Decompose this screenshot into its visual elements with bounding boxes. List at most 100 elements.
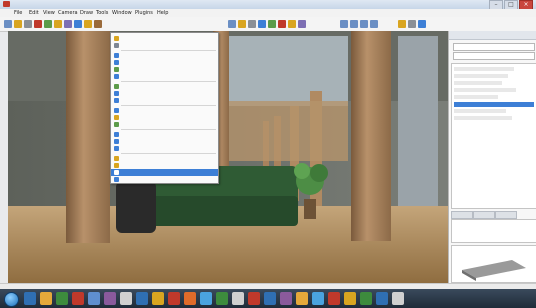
taskbar-app-icon[interactable]: [88, 292, 100, 305]
taskbar-app-icon[interactable]: [344, 292, 356, 305]
taskbar-app-icon[interactable]: [184, 292, 196, 305]
dropdown-item[interactable]: [111, 52, 218, 59]
taskbar-app-icon[interactable]: [104, 292, 116, 305]
look-around-icon[interactable]: [278, 20, 286, 28]
dropdown-item[interactable]: [111, 35, 218, 42]
dropdown-item[interactable]: [111, 97, 218, 104]
taskbar-app-icon[interactable]: [216, 292, 228, 305]
menu-camera[interactable]: Camera: [58, 10, 78, 16]
orbit-tool-icon[interactable]: [228, 20, 236, 28]
zoom-extents-icon[interactable]: [258, 20, 266, 28]
taskbar-app-icon[interactable]: [312, 292, 324, 305]
taskbar-app-icon[interactable]: [328, 292, 340, 305]
layers-icon[interactable]: [408, 20, 416, 28]
start-button[interactable]: [4, 292, 19, 307]
dropdown-item[interactable]: [111, 73, 218, 80]
dropdown-item[interactable]: [111, 162, 218, 169]
section-plane-icon[interactable]: [298, 20, 306, 28]
dropdown-item[interactable]: [111, 131, 218, 138]
panel-tab[interactable]: [473, 211, 495, 219]
green-icon: [114, 84, 119, 89]
taskbar-app-icon[interactable]: [392, 292, 404, 305]
pencil-tool-icon[interactable]: [14, 20, 22, 28]
list-item[interactable]: [454, 116, 512, 120]
taskbar-app-icon[interactable]: [56, 292, 68, 305]
taskbar-app-icon[interactable]: [280, 292, 292, 305]
top-view-icon[interactable]: [340, 20, 348, 28]
styles-icon[interactable]: [398, 20, 406, 28]
menu-window[interactable]: Window: [112, 10, 132, 16]
taskbar-app-icon[interactable]: [232, 292, 244, 305]
position-camera-icon[interactable]: [288, 20, 296, 28]
taskbar-app-icon[interactable]: [264, 292, 276, 305]
select-tool-icon[interactable]: [4, 20, 12, 28]
menu-tools[interactable]: Tools: [96, 10, 108, 16]
front-column-right: [351, 31, 391, 241]
dropdown-item[interactable]: [111, 59, 218, 66]
dropdown-item[interactable]: [111, 121, 218, 128]
dropdown-item[interactable]: [111, 90, 218, 97]
walk-tool-icon[interactable]: [268, 20, 276, 28]
rectangle-tool-icon[interactable]: [64, 20, 72, 28]
dropdown-item[interactable]: [111, 138, 218, 145]
iso-view-icon[interactable]: [370, 20, 378, 28]
taskbar-app-icon[interactable]: [40, 292, 52, 305]
panel-properties[interactable]: [451, 219, 536, 243]
dropdown-item[interactable]: [111, 42, 218, 49]
list-item[interactable]: [454, 109, 506, 113]
components-icon[interactable]: [418, 20, 426, 28]
zoom-tool-icon[interactable]: [248, 20, 256, 28]
panel-header: [449, 31, 536, 40]
menu-help[interactable]: Help: [157, 10, 168, 16]
dropdown-item[interactable]: [111, 83, 218, 90]
menu-draw[interactable]: Draw: [80, 10, 93, 16]
pan-tool-icon[interactable]: [238, 20, 246, 28]
taskbar-app-icon[interactable]: [360, 292, 372, 305]
panel-tab[interactable]: [495, 211, 517, 219]
panel-search-field[interactable]: [453, 52, 535, 60]
taskbar-app-icon[interactable]: [296, 292, 308, 305]
model-viewport[interactable]: [8, 31, 448, 283]
taskbar-app-icon[interactable]: [24, 292, 36, 305]
list-item[interactable]: [454, 67, 514, 71]
taskbar-app-icon[interactable]: [376, 292, 388, 305]
dropdown-item[interactable]: [111, 155, 218, 162]
list-item[interactable]: [454, 74, 508, 78]
taskbar-app-icon[interactable]: [120, 292, 132, 305]
push-pull-tool-icon[interactable]: [74, 20, 82, 28]
orange-icon: [114, 163, 119, 168]
green-icon: [114, 122, 119, 127]
taskbar-app-icon[interactable]: [152, 292, 164, 305]
side-view-icon[interactable]: [360, 20, 368, 28]
menu-edit[interactable]: Edit: [29, 10, 39, 16]
paint-tool-icon[interactable]: [34, 20, 42, 28]
line-tool-icon[interactable]: [44, 20, 52, 28]
panel-name-field[interactable]: [453, 43, 535, 51]
dropdown-item-selected[interactable]: [111, 169, 218, 176]
taskbar-app-icon[interactable]: [168, 292, 180, 305]
list-item[interactable]: [454, 95, 498, 99]
eraser-tool-icon[interactable]: [24, 20, 32, 28]
list-item[interactable]: [454, 88, 516, 92]
dropdown-item[interactable]: [111, 114, 218, 121]
taskbar-app-icon[interactable]: [136, 292, 148, 305]
panel-outline-list[interactable]: [451, 63, 536, 209]
list-item-selected[interactable]: [454, 102, 534, 107]
panel-tab[interactable]: [451, 211, 473, 219]
toolbar: [0, 17, 536, 32]
list-item[interactable]: [454, 81, 502, 85]
dropdown-item[interactable]: [111, 176, 218, 183]
move-tool-icon[interactable]: [84, 20, 92, 28]
front-view-icon[interactable]: [350, 20, 358, 28]
dropdown-item[interactable]: [111, 107, 218, 114]
dropdown-item[interactable]: [111, 145, 218, 152]
arc-tool-icon[interactable]: [54, 20, 62, 28]
menu-view[interactable]: View: [43, 10, 55, 16]
taskbar-app-icon[interactable]: [248, 292, 260, 305]
taskbar-app-icon[interactable]: [200, 292, 212, 305]
menu-file[interactable]: File: [14, 10, 22, 16]
rotate-tool-icon[interactable]: [94, 20, 102, 28]
taskbar-app-icon[interactable]: [72, 292, 84, 305]
menu-plugins[interactable]: Plugins: [135, 10, 153, 16]
dropdown-item[interactable]: [111, 66, 218, 73]
